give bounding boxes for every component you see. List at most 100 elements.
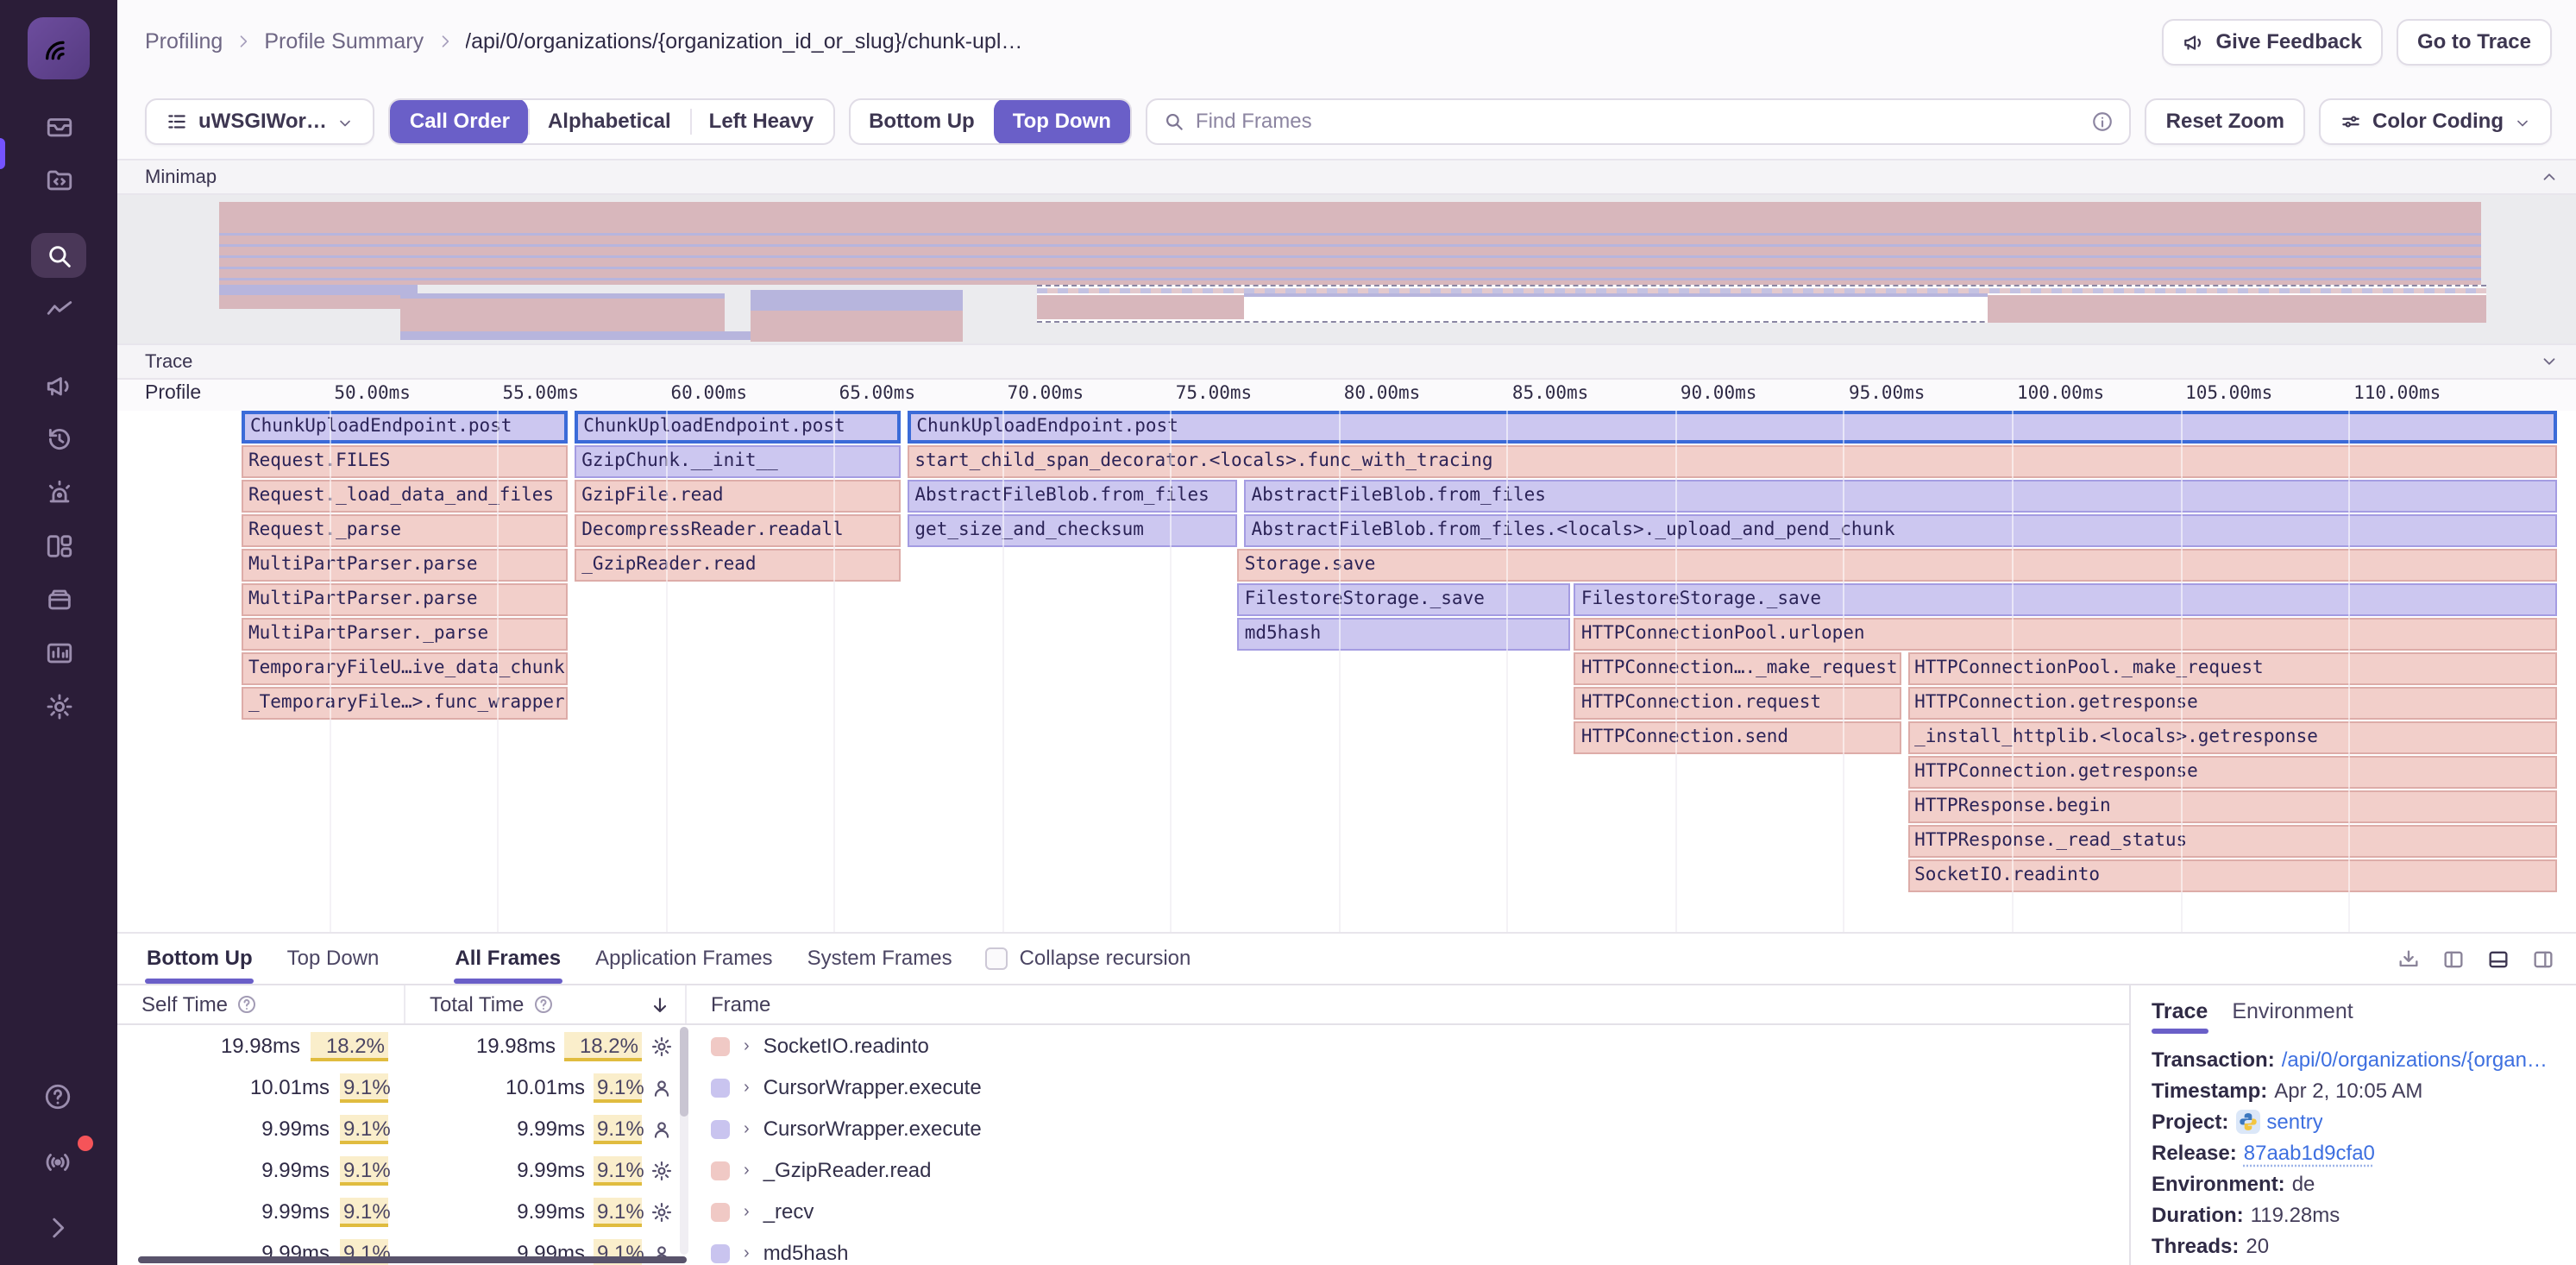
sidebar-item-whats-new[interactable] <box>31 1141 86 1186</box>
frame-span[interactable]: ChunkUploadEndpoint.post <box>242 411 568 444</box>
frame-span[interactable]: _install_httplib.<locals>.getresponse <box>1907 721 2557 754</box>
detail-value[interactable]: /api/0/organizations/{organ… <box>2282 1044 2548 1075</box>
sidebar-item-insights[interactable] <box>31 286 86 331</box>
sidebar-item-stats[interactable] <box>31 630 86 675</box>
expand-row-icon[interactable]: › <box>744 1161 750 1180</box>
layout-bottom-icon[interactable] <box>2486 947 2510 972</box>
frame-span[interactable]: _GzipReader.read <box>575 549 901 582</box>
frame-span[interactable]: AbstractFileBlob.from_files <box>908 480 1237 513</box>
frame-span[interactable]: HTTPConnection.getresponse <box>1907 687 2557 720</box>
collapse-recursion-checkbox[interactable]: Collapse recursion <box>985 946 1191 984</box>
sentry-logo[interactable] <box>28 17 90 79</box>
sidebar-item-projects[interactable] <box>31 157 86 202</box>
frame-span[interactable]: GzipFile.read <box>575 480 901 513</box>
frame-span[interactable]: Storage.save <box>1238 549 2557 582</box>
sidebar-item-expand[interactable] <box>31 1206 86 1251</box>
tab-system-frames[interactable]: System Frames <box>806 935 954 984</box>
frame-span[interactable]: HTTPConnection…._make_request <box>1574 652 1901 685</box>
column-header-frame[interactable]: Frame <box>687 985 2129 1023</box>
direction-option-top-down[interactable]: Top Down <box>994 98 1130 144</box>
details-tab-environment[interactable]: Environment <box>2232 999 2353 1034</box>
frame-span[interactable]: MultiPartParser._parse <box>242 618 568 651</box>
info-icon[interactable] <box>2092 110 2114 132</box>
sort-descending-icon[interactable] <box>649 993 671 1016</box>
frame-span[interactable]: HTTPConnection.getresponse <box>1907 756 2557 789</box>
go-to-trace-button[interactable]: Go to Trace <box>2397 18 2552 65</box>
frame-span[interactable]: SocketIO.readinto <box>1907 859 2557 892</box>
breadcrumb-profile-summary[interactable]: Profile Summary <box>264 29 424 53</box>
table-row[interactable]: 19.98ms18.2%19.98ms18.2%›SocketIO.readin… <box>117 1025 2129 1067</box>
export-profile-icon[interactable] <box>2397 947 2421 972</box>
frame-span[interactable]: AbstractFileBlob.from_files <box>1245 480 2557 513</box>
sort-option-alphabetical[interactable]: Alphabetical <box>529 98 690 144</box>
frame-span[interactable]: start_child_span_decorator.<locals>.func… <box>908 445 2557 478</box>
expand-row-icon[interactable]: › <box>744 1036 750 1055</box>
tab-top-down[interactable]: Top Down <box>286 935 381 984</box>
direction-option-bottom-up[interactable]: Bottom Up <box>850 98 994 144</box>
frame-span[interactable]: GzipChunk.__init__ <box>575 445 901 478</box>
collapse-trace-icon[interactable] <box>2540 352 2559 371</box>
frame-span[interactable]: HTTPConnection.send <box>1574 721 1901 754</box>
table-row[interactable]: 9.99ms9.1%9.99ms9.1%›CursorWrapper.execu… <box>117 1108 2129 1149</box>
frame-span[interactable]: get_size_and_checksum <box>908 514 1237 547</box>
sidebar-item-releases[interactable] <box>31 576 86 621</box>
frame-span[interactable]: Request._load_data_and_files <box>242 480 568 513</box>
sidebar-item-issues[interactable] <box>31 104 86 148</box>
find-frames-input[interactable] <box>1196 109 2082 133</box>
thread-selector[interactable]: uWSGIWor… <box>145 98 375 144</box>
sidebar-item-help[interactable] <box>31 1075 86 1120</box>
sidebar-item-feedback[interactable] <box>31 362 86 407</box>
sidebar-item-dashboards[interactable] <box>31 523 86 568</box>
layout-right-icon[interactable] <box>2531 947 2555 972</box>
detail-value[interactable]: sentry <box>2266 1106 2322 1137</box>
tab-all-frames[interactable]: All Frames <box>453 935 562 984</box>
table-vertical-scrollbar[interactable] <box>680 1027 688 1255</box>
frame-span[interactable]: TemporaryFileU…ive_data_chunk <box>242 652 568 685</box>
layout-left-icon[interactable] <box>2441 947 2466 972</box>
sidebar-item-replays[interactable] <box>31 416 86 461</box>
details-tab-trace[interactable]: Trace <box>2152 999 2208 1034</box>
sort-option-call-order[interactable]: Call Order <box>391 98 529 144</box>
breadcrumb-profiling[interactable]: Profiling <box>145 29 223 53</box>
frame-span[interactable]: Request._parse <box>242 514 568 547</box>
table-row[interactable]: 9.99ms9.1%9.99ms9.1%›_GzipReader.read <box>117 1149 2129 1191</box>
table-horizontal-scrollbar[interactable] <box>138 1256 687 1263</box>
frame-span[interactable]: ChunkUploadEndpoint.post <box>908 411 2557 444</box>
minimap-viewport[interactable] <box>1037 285 2486 323</box>
expand-row-icon[interactable]: › <box>744 1078 750 1097</box>
expand-row-icon[interactable]: › <box>744 1202 750 1221</box>
flamegraph[interactable]: ChunkUploadEndpoint.postChunkUploadEndpo… <box>117 411 2576 932</box>
frame-span[interactable]: HTTPResponse.begin <box>1907 790 2557 823</box>
expand-row-icon[interactable]: › <box>744 1119 750 1138</box>
table-row[interactable]: 9.99ms9.1%9.99ms9.1%›_recv <box>117 1191 2129 1232</box>
frame-span[interactable]: md5hash <box>1238 618 1571 651</box>
expand-row-icon[interactable]: › <box>744 1243 750 1262</box>
frame-span[interactable]: FilestoreStorage._save <box>1238 583 1571 616</box>
question-circle-icon[interactable] <box>532 994 553 1015</box>
collapse-minimap-icon[interactable] <box>2540 167 2559 186</box>
frame-span[interactable]: MultiPartParser.parse <box>242 583 568 616</box>
table-row[interactable]: 10.01ms9.1%10.01ms9.1%›CursorWrapper.exe… <box>117 1067 2129 1108</box>
column-header-self-time[interactable]: Self Time <box>117 985 405 1023</box>
tab-application-frames[interactable]: Application Frames <box>594 935 774 984</box>
give-feedback-button[interactable]: Give Feedback <box>2163 18 2383 65</box>
detail-value[interactable]: 87aab1d9cfa0 <box>2244 1137 2375 1168</box>
tab-bottom-up[interactable]: Bottom Up <box>145 935 254 984</box>
question-circle-icon[interactable] <box>236 994 257 1015</box>
sidebar-item-settings[interactable] <box>31 683 86 728</box>
sort-option-left-heavy[interactable]: Left Heavy <box>690 98 832 144</box>
frame-span[interactable]: MultiPartParser.parse <box>242 549 568 582</box>
minimap-canvas[interactable] <box>117 195 2576 343</box>
frame-span[interactable]: AbstractFileBlob.from_files.<locals>._up… <box>1245 514 2557 547</box>
column-header-total-time[interactable]: Total Time <box>405 985 687 1023</box>
frame-span[interactable]: _TemporaryFile…>.func_wrapper <box>242 687 568 720</box>
frame-span[interactable]: HTTPResponse._read_status <box>1907 825 2557 858</box>
sidebar-item-alerts[interactable] <box>31 469 86 514</box>
reset-zoom-button[interactable]: Reset Zoom <box>2146 98 2305 144</box>
frame-span[interactable]: Request.FILES <box>242 445 568 478</box>
frame-span[interactable]: ChunkUploadEndpoint.post <box>575 411 901 444</box>
sidebar-item-explore[interactable] <box>31 233 86 278</box>
frame-span[interactable]: HTTPConnection.request <box>1574 687 1901 720</box>
frame-span[interactable]: FilestoreStorage._save <box>1574 583 2557 616</box>
frame-span[interactable]: HTTPConnectionPool.urlopen <box>1574 618 2557 651</box>
